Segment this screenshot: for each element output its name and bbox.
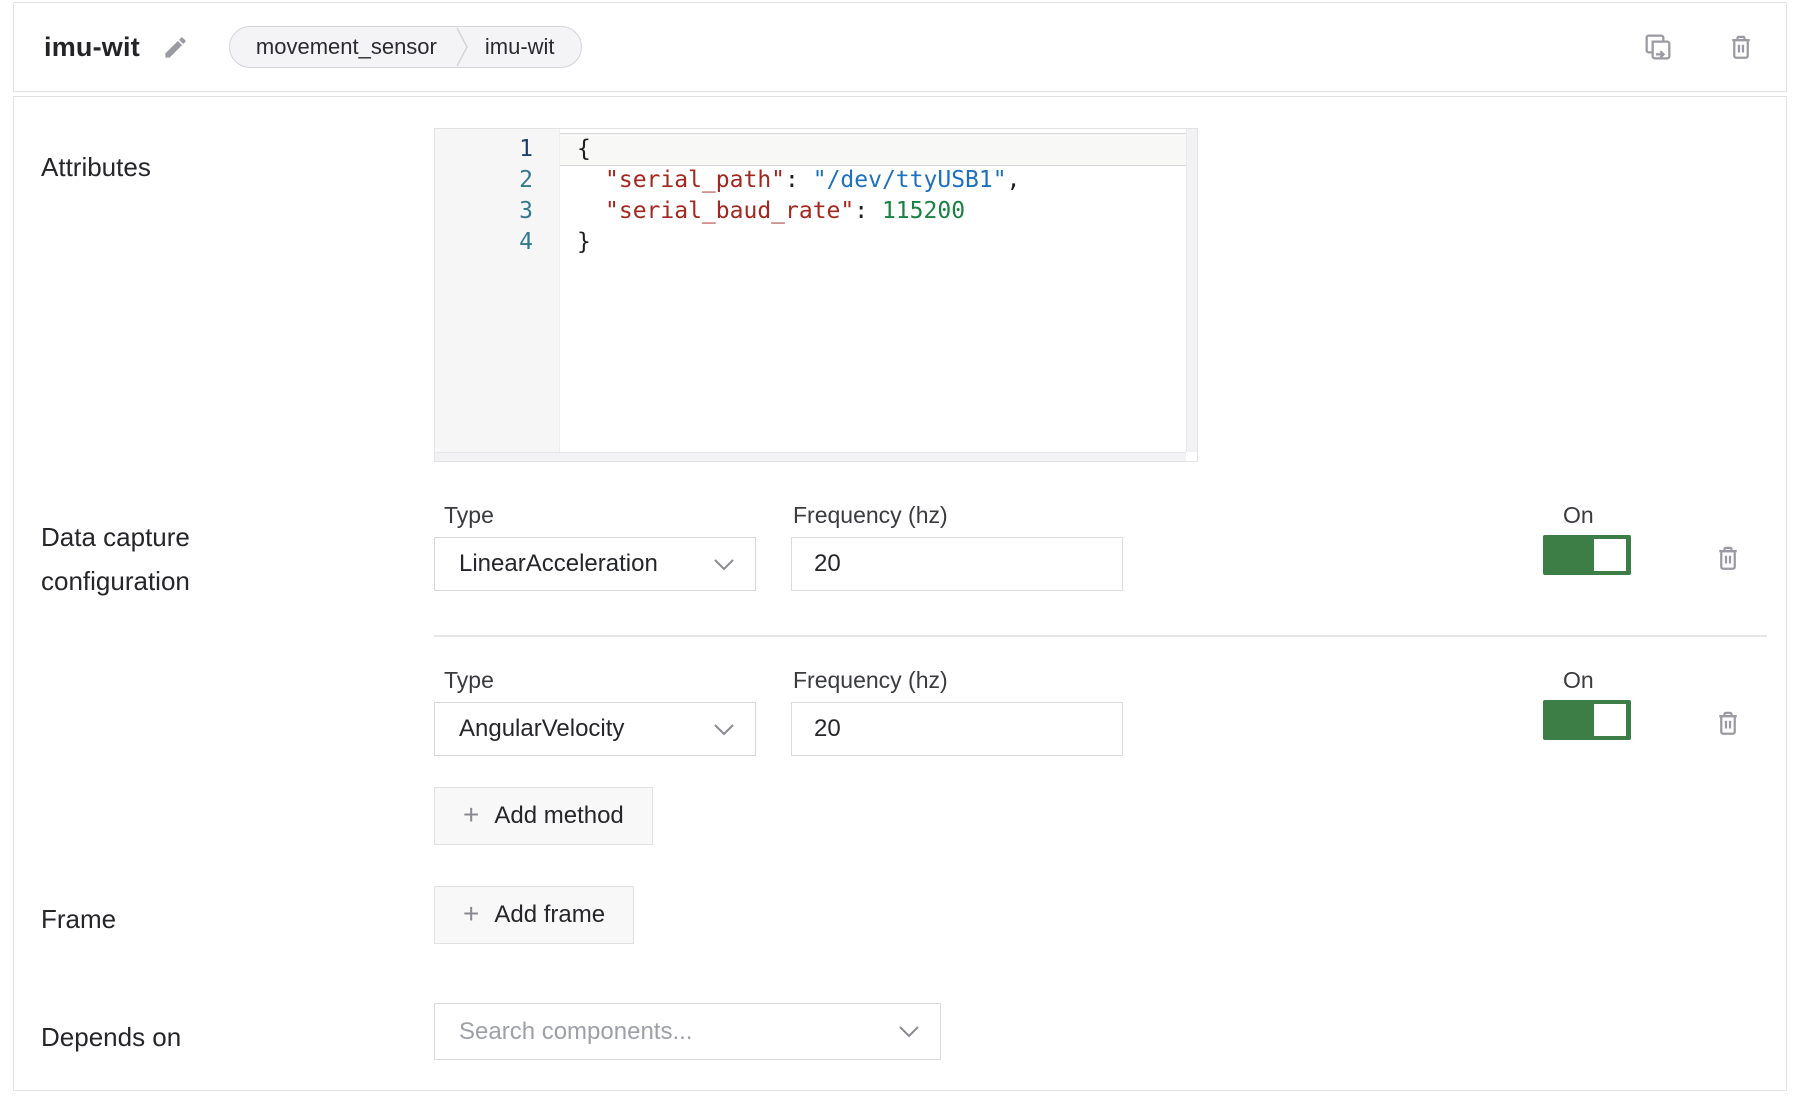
line-number: 2 (435, 165, 559, 196)
json-number-value: 115200 (882, 198, 965, 224)
capture-toggle[interactable] (1543, 700, 1631, 740)
capture-type-value: AngularVelocity (459, 715, 713, 743)
frequency-label: Frequency (hz) (793, 502, 948, 529)
capture-type-value: LinearAcceleration (459, 550, 713, 578)
attributes-label: Attributes (41, 145, 151, 189)
breadcrumb: movement_sensor imu-wit (229, 26, 582, 68)
code-line-2: "serial_path": "/dev/ttyUSB1", (560, 165, 1186, 196)
breadcrumb-child[interactable]: imu-wit (469, 34, 581, 60)
add-method-label: Add method (494, 802, 623, 830)
code-line-1: { (560, 134, 1186, 165)
capture-row: Type LinearAcceleration Frequency (hz) O… (14, 502, 1786, 632)
add-frame-button[interactable]: + Add frame (434, 886, 634, 944)
code-line-3: "serial_baud_rate": 115200 (560, 196, 1186, 227)
add-frame-label: Add frame (494, 901, 605, 929)
frequency-label: Frequency (hz) (793, 667, 948, 694)
breadcrumb-parent[interactable]: movement_sensor (230, 34, 455, 60)
toggle-label: On (1563, 502, 1594, 529)
component-title: imu-wit (44, 32, 140, 63)
json-string-value: "/dev/ttyUSB1" (813, 167, 1007, 193)
line-number: 3 (435, 196, 559, 227)
add-method-button[interactable]: + Add method (434, 787, 653, 845)
row-divider (434, 635, 1767, 637)
chevron-down-icon (713, 723, 735, 736)
editor-gutter: 1 2 3 4 (435, 129, 560, 452)
editor-horizontal-scrollbar[interactable] (435, 452, 1186, 461)
plus-icon: + (463, 900, 479, 928)
editor-vertical-scrollbar[interactable] (1186, 129, 1197, 452)
depends-on-label: Depends on (41, 1015, 181, 1059)
header-actions (1642, 31, 1756, 63)
component-body: Attributes 1 2 3 4 { "serial_path": "/de… (13, 96, 1787, 1091)
depends-on-search-select[interactable]: Search components... (434, 1003, 941, 1060)
attributes-json-editor[interactable]: 1 2 3 4 { "serial_path": "/dev/ttyUSB1",… (434, 128, 1198, 462)
delete-component-button[interactable] (1726, 32, 1756, 62)
duplicate-component-button[interactable] (1642, 31, 1674, 63)
toggle-label: On (1563, 667, 1594, 694)
component-config-page: imu-wit movement_sensor imu-wit (0, 0, 1818, 1114)
chevron-down-icon (898, 1025, 920, 1038)
breadcrumb-chevron-icon (455, 27, 469, 67)
line-number: 1 (435, 134, 559, 165)
type-label: Type (444, 502, 494, 529)
plus-icon: + (463, 801, 479, 829)
capture-type-select[interactable]: AngularVelocity (434, 702, 756, 756)
toggle-knob (1594, 704, 1626, 736)
capture-type-select[interactable]: LinearAcceleration (434, 537, 756, 591)
delete-capture-row-button[interactable] (1713, 708, 1743, 738)
delete-capture-row-button[interactable] (1713, 543, 1743, 573)
json-key: "serial_baud_rate" (605, 198, 854, 224)
search-placeholder: Search components... (459, 1018, 898, 1046)
capture-toggle[interactable] (1543, 535, 1631, 575)
json-key: "serial_path" (605, 167, 785, 193)
frequency-input[interactable] (791, 702, 1123, 756)
line-number: 4 (435, 227, 559, 258)
frequency-input[interactable] (791, 537, 1123, 591)
capture-row: Type AngularVelocity Frequency (hz) On (14, 667, 1786, 797)
type-label: Type (444, 667, 494, 694)
edit-name-icon[interactable] (162, 34, 189, 61)
chevron-down-icon (713, 558, 735, 571)
code-line-4: } (560, 227, 1186, 258)
frame-label: Frame (41, 897, 116, 941)
editor-content[interactable]: { "serial_path": "/dev/ttyUSB1", "serial… (560, 129, 1186, 452)
toggle-knob (1594, 539, 1626, 571)
component-header: imu-wit movement_sensor imu-wit (13, 2, 1787, 92)
